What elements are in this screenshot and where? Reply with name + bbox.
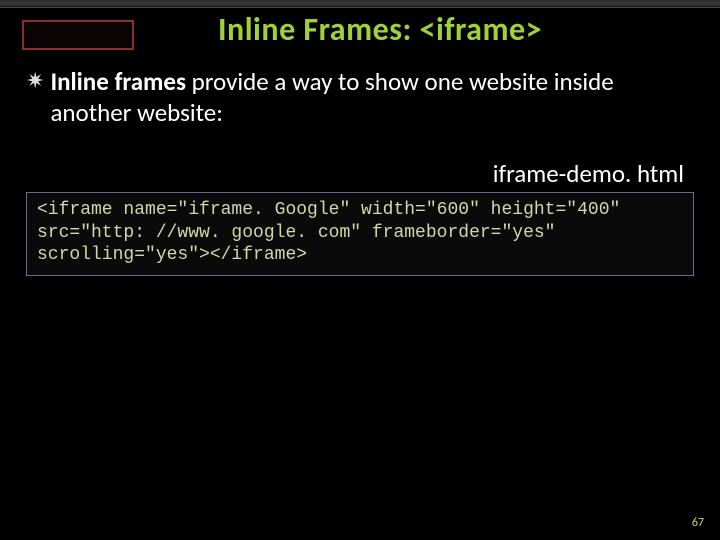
slide-title: Inline Frames: <iframe> bbox=[0, 10, 720, 49]
bullet-text: Inline frames provide a way to show one … bbox=[50, 66, 690, 129]
page-number: 67 bbox=[692, 516, 704, 530]
bullet-icon: ✷ bbox=[26, 70, 44, 92]
filename-label: iframe-demo. html bbox=[493, 158, 684, 189]
code-block: <iframe name="iframe. Google" width="600… bbox=[26, 192, 694, 276]
top-accent-bar bbox=[0, 0, 720, 8]
bullet-lead: Inline frames bbox=[50, 66, 186, 97]
bullet-item: ✷ Inline frames provide a way to show on… bbox=[26, 66, 690, 129]
